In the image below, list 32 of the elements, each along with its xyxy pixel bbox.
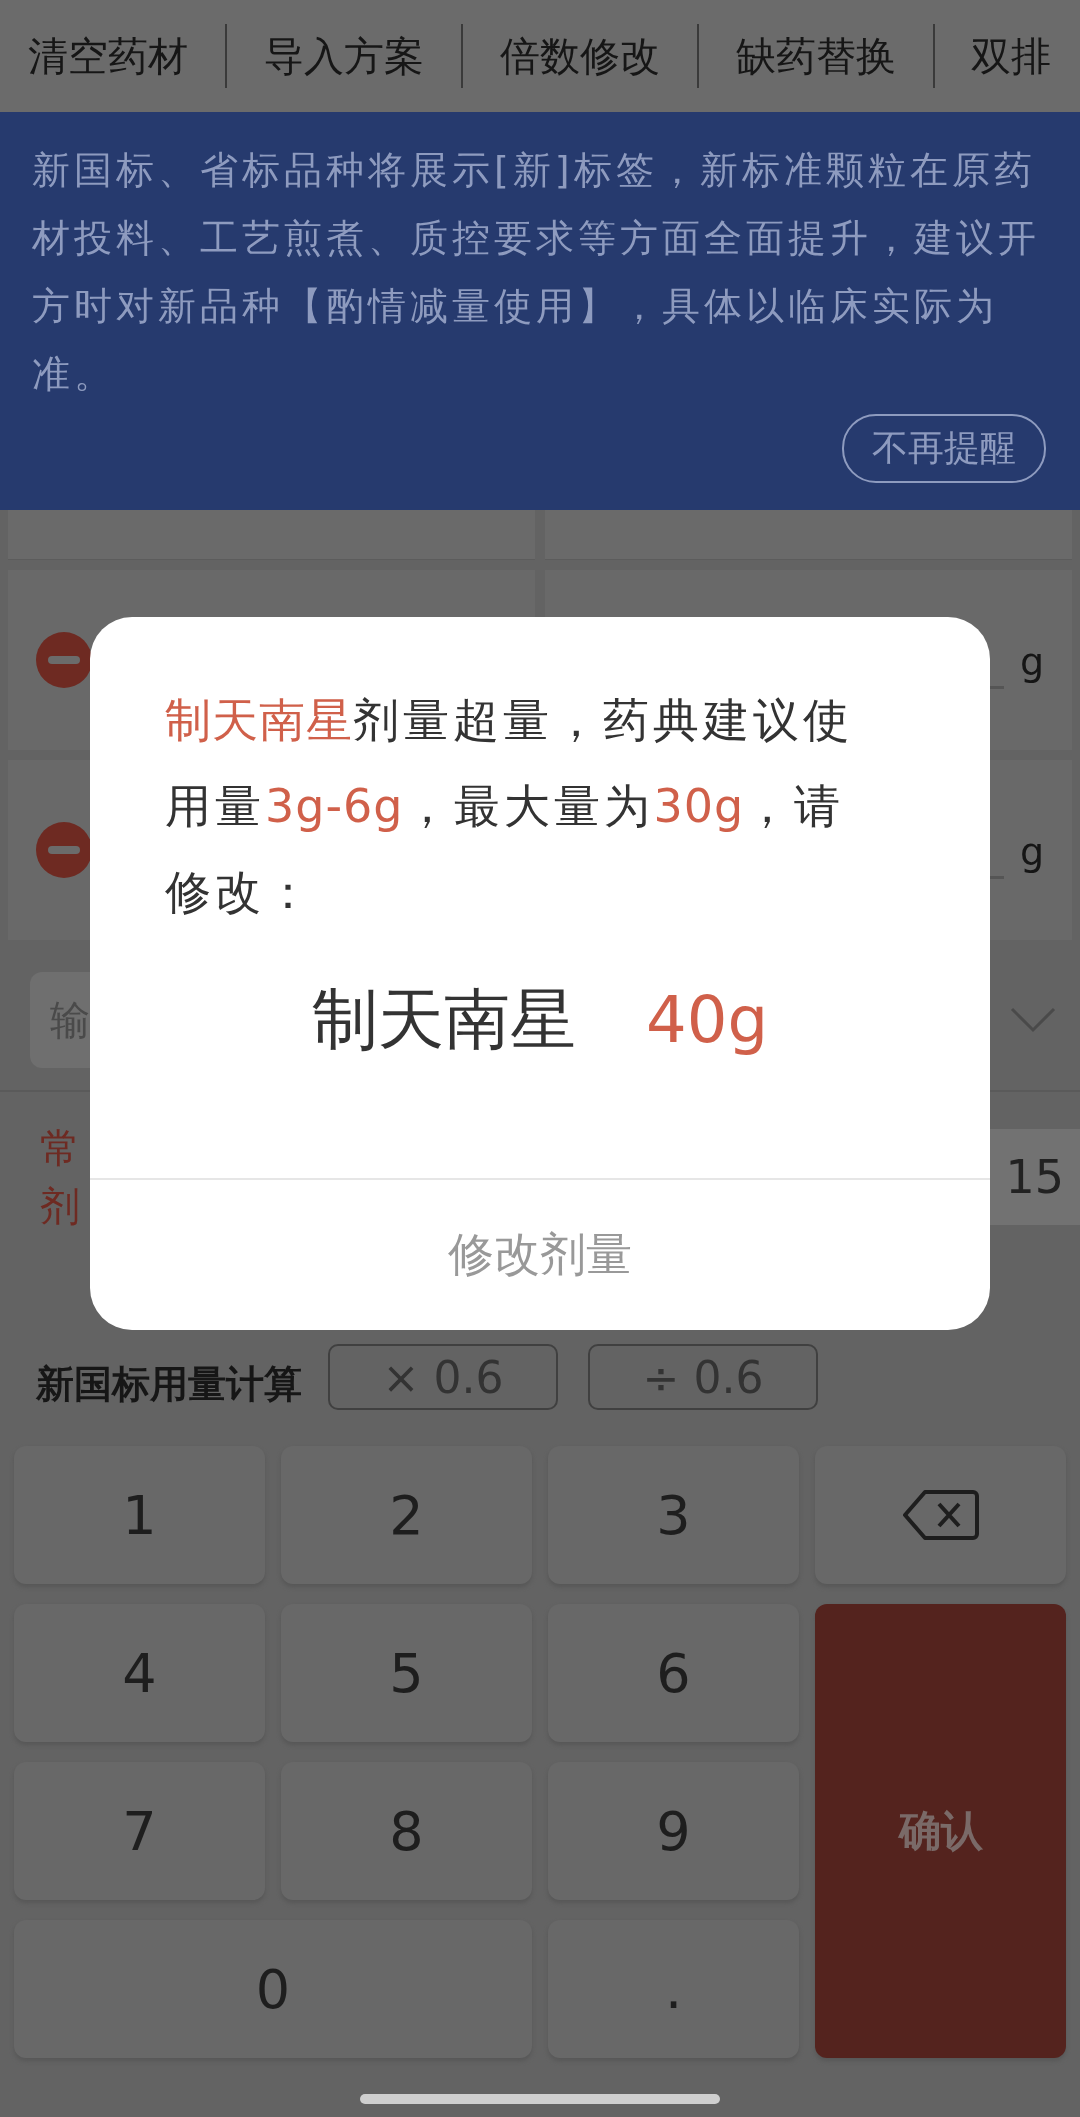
chevron-down-icon [1010,1007,1056,1033]
confirm-key[interactable]: 确认 [815,1604,1066,2058]
backspace-key[interactable] [815,1446,1066,1584]
dialog-message: 制天南星剂量超量，药典建议使用量3g-6g，最大量为 30g，请修改： [165,692,854,921]
number-key[interactable]: 1 [14,1446,265,1584]
number-key[interactable]: 4 [14,1604,265,1742]
number-key[interactable]: 3 [548,1446,799,1584]
number-key[interactable]: 0 [14,1920,532,2058]
number-key[interactable]: 6 [548,1604,799,1742]
remove-icon [36,822,92,878]
dismiss-button[interactable]: 不再提醒 [842,414,1046,483]
usage-label: 常 [40,1124,80,1173]
remove-icon [36,632,92,688]
number-key[interactable]: 8 [281,1762,532,1900]
number-key[interactable]: . [548,1920,799,2058]
number-key[interactable]: 7 [14,1762,265,1900]
calc-label: 新国标用量计算 [36,1361,302,1408]
toolbar-tab[interactable]: 清空药材 [28,28,189,84]
dose-value: 40g [645,983,769,1057]
backspace-icon [902,1489,979,1541]
notice-text: 新国标、省标品种将展示[新]标签，新标准颗粒在原药材投料、工艺煎煮、质控要求等方面全面提升，建议开方时对新品种【酌情减量使用】，具体以临床实际为准。 [32,147,1041,398]
toolbar-tab[interactable]: 倍数修改 [499,28,660,84]
usage-label: 剂 [40,1182,80,1231]
number-key[interactable]: 9 [548,1762,799,1900]
number-key[interactable]: 2 [281,1446,532,1584]
unit-label: g [1019,640,1044,684]
toolbar-tab[interactable]: 双排 [971,28,1052,84]
unit-label: g [1019,830,1044,874]
number-key[interactable]: 5 [281,1604,532,1742]
toolbar-tab[interactable]: 缺药替换 [735,28,896,84]
herb-name: 制天南星 [311,980,576,1060]
toolbar-tab[interactable]: 导入方案 [264,28,425,84]
